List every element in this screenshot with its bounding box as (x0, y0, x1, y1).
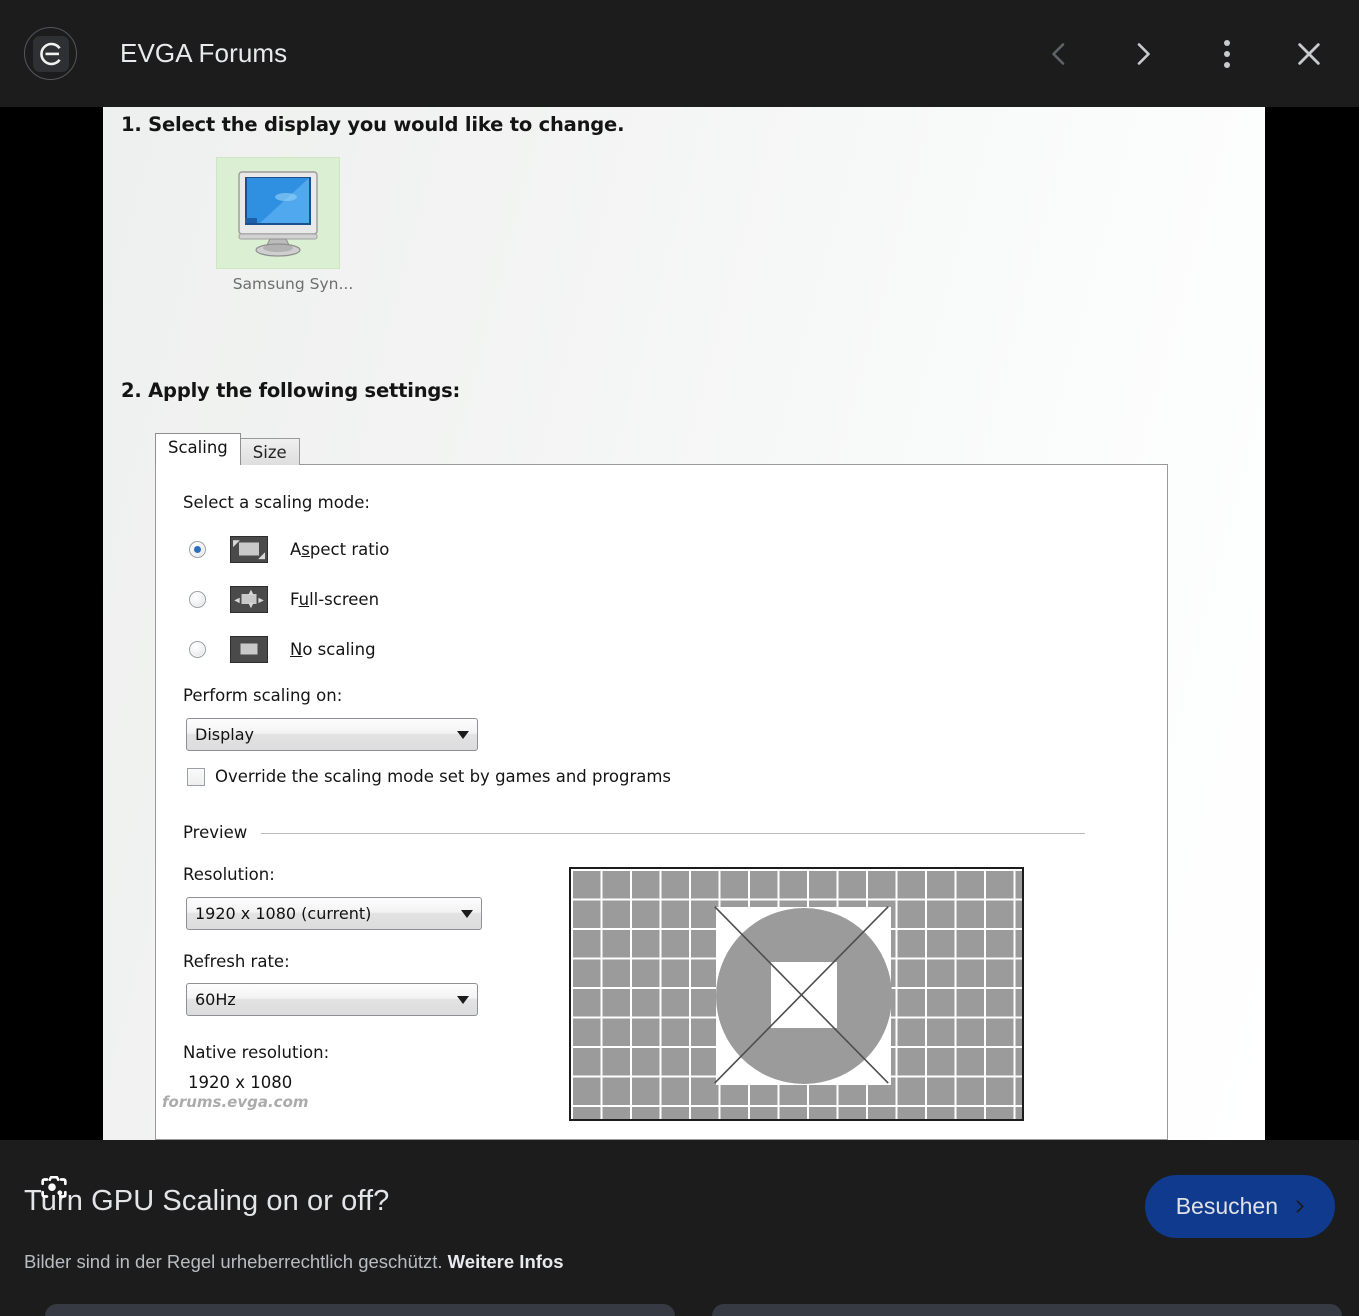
forum-watermark: forums.evga.com (162, 1093, 309, 1111)
resolution-dropdown[interactable]: 1920 x 1080 (current) (186, 897, 482, 930)
close-button[interactable] (1281, 26, 1337, 82)
scaling-mode-label: Select a scaling mode: (183, 493, 370, 512)
perform-scaling-on-value: Display (195, 725, 254, 744)
three-dot-menu-icon (1224, 39, 1230, 68)
override-scaling-label: Override the scaling mode set by games a… (215, 767, 672, 786)
native-resolution-value: 1920 x 1080 (188, 1073, 293, 1092)
chevron-down-icon (449, 731, 477, 739)
scaling-tab-panel: Select a scaling mode: ◤ ◢ Aspect ratio (155, 464, 1168, 1140)
visit-button-label: Besuchen (1175, 1193, 1278, 1219)
previous-image-button[interactable] (1031, 26, 1087, 82)
chevron-down-icon (453, 910, 481, 918)
related-result-card[interactable] (712, 1304, 1342, 1316)
more-info-link[interactable]: Weitere Infos (448, 1251, 564, 1272)
visit-button[interactable]: Besuchen (1144, 1175, 1335, 1238)
google-lens-button[interactable] (31, 1165, 77, 1211)
scaling-preview-pattern (569, 867, 1024, 1121)
display-tile-label: Samsung Syn... (232, 275, 354, 293)
tab-scaling[interactable]: Scaling (155, 433, 241, 465)
radio-label-full-screen: Full-screen (290, 589, 380, 609)
pattern-diagonals (714, 906, 889, 1084)
refresh-rate-dropdown[interactable]: 60Hz (186, 983, 478, 1016)
copyright-text: Bilder sind in der Regel urheberrechtlic… (24, 1251, 443, 1272)
radio-label-no-scaling: No scaling (290, 639, 376, 659)
override-scaling-checkbox[interactable] (187, 767, 205, 786)
app-header: EVGA Forums (0, 0, 1359, 107)
displayed-image[interactable]: 1. Select the display you would like to … (103, 107, 1265, 1140)
resolution-label: Resolution: (183, 865, 275, 884)
monitor-icon (230, 166, 326, 267)
resolution-value: 1920 x 1080 (current) (195, 904, 372, 923)
refresh-rate-value: 60Hz (195, 990, 236, 1009)
chevron-right-icon (1137, 42, 1150, 65)
next-image-button[interactable] (1115, 26, 1171, 82)
radio-aspect-ratio[interactable] (189, 540, 206, 558)
perform-scaling-label: Perform scaling on: (183, 686, 343, 705)
native-resolution-label: Native resolution: (183, 1043, 330, 1062)
radio-full-screen[interactable] (189, 590, 206, 608)
lens-camera-icon (41, 1175, 67, 1198)
full-screen-icon: ◄ ► ▲ ▼ (230, 585, 268, 613)
radio-option-no-scaling[interactable]: No scaling (189, 632, 376, 666)
radio-no-scaling[interactable] (189, 640, 206, 658)
image-info-panel: Turn GPU Scaling on or off? Bilder sind … (0, 1140, 1359, 1316)
image-title: Turn GPU Scaling on or off? (24, 1185, 390, 1217)
radio-option-aspect-ratio[interactable]: ◤ ◢ Aspect ratio (189, 532, 389, 566)
copyright-notice: Bilder sind in der Regel urheberrechtlic… (24, 1251, 564, 1273)
step-2-heading: 2. Apply the following settings: (121, 379, 461, 402)
preview-group-label: Preview (183, 823, 257, 842)
preview-group-rule (261, 833, 1085, 834)
more-options-button[interactable] (1199, 26, 1255, 82)
radio-label-aspect-ratio: Aspect ratio (290, 539, 390, 559)
image-stage: 1. Select the display you would like to … (0, 107, 1359, 1198)
close-icon (1298, 42, 1320, 65)
chevron-down-icon (449, 996, 477, 1004)
radio-option-full-screen[interactable]: ◄ ► ▲ ▼ Full-screen (189, 582, 379, 616)
evga-logo-icon (24, 27, 77, 80)
related-result-card[interactable] (45, 1304, 675, 1316)
override-scaling-checkbox-row[interactable]: Override the scaling mode set by games a… (187, 767, 671, 786)
refresh-rate-label: Refresh rate: (183, 952, 290, 971)
tab-strip: Scaling Size (155, 433, 300, 465)
chevron-left-icon (1052, 42, 1065, 65)
chevron-right-icon (1291, 1198, 1308, 1215)
tab-size[interactable]: Size (239, 438, 300, 465)
perform-scaling-on-dropdown[interactable]: Display (186, 718, 478, 751)
no-scaling-icon (230, 635, 268, 663)
step-1-heading: 1. Select the display you would like to … (121, 113, 625, 136)
aspect-ratio-icon: ◤ ◢ (230, 535, 268, 563)
display-selector-tile[interactable] (216, 157, 340, 269)
app-title: EVGA Forums (120, 38, 288, 68)
image-viewer: EVGA Forums 1. Select the display you wo… (0, 0, 1359, 1316)
related-results-strip (0, 1304, 1359, 1316)
